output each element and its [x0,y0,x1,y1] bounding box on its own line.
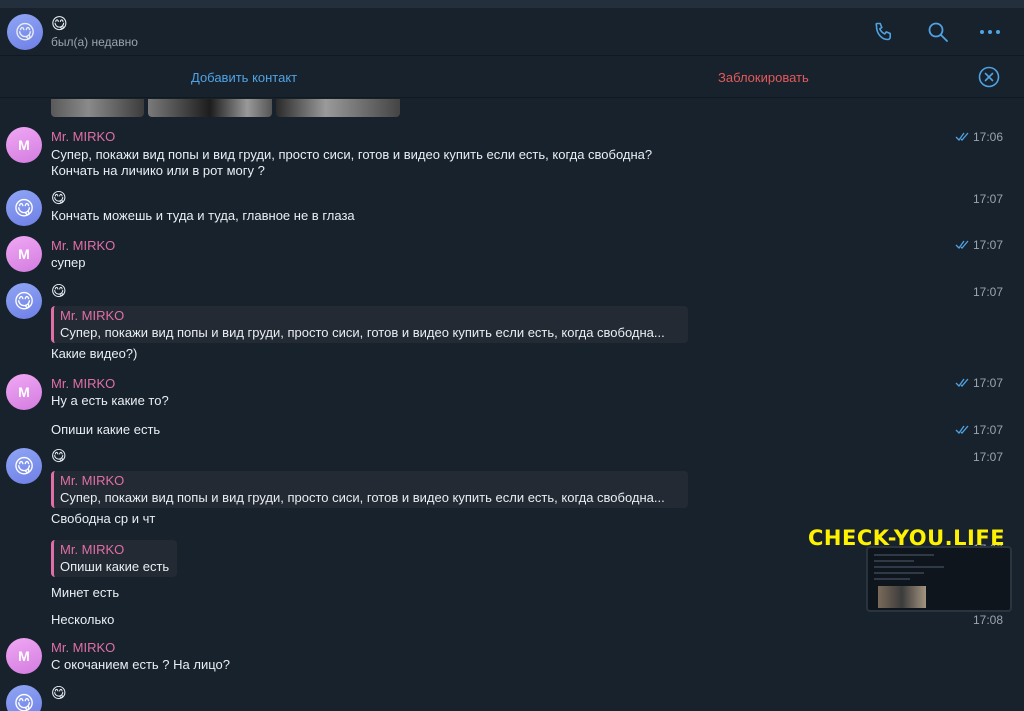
time-label: 17:07 [972,423,1003,437]
sender-name[interactable]: Mr. MIRKO [51,640,115,655]
message-text: Кончать на личико или в рот могу ? [51,163,265,178]
photo-thumbnail[interactable] [148,99,272,117]
avatar[interactable]: 😋 [6,448,42,484]
sender-name[interactable]: 😋 [51,447,67,465]
message-time: 17:08 [973,613,1003,627]
close-icon[interactable] [978,66,1000,88]
time-label: 17:07 [972,192,1003,206]
message-time: 17:07 [973,192,1003,206]
window-top-strip [0,0,1024,8]
message-text: Ну а есть какие то? [51,393,169,408]
quote-text: Супер, покажи вид попы и вид груди, прос… [60,325,665,340]
sender-name[interactable]: Mr. MIRKO [51,376,115,391]
time-label: 17:07 [972,376,1003,390]
photo-album-strip[interactable] [51,99,400,117]
watermark-thumbnail [866,546,1012,612]
quote-text: Опиши какие есть [60,559,170,574]
quote-text: Супер, покажи вид попы и вид груди, прос… [60,490,665,505]
contact-name[interactable]: 😋 [51,14,68,34]
message-text: Свободна ср и чт [51,511,156,526]
message-list[interactable]: M Mr. MIRKO Супер, покажи вид попы и вид… [0,99,1024,711]
reply-quote[interactable]: Mr. MIRKO Супер, покажи вид попы и вид г… [51,306,688,343]
avatar[interactable]: M [6,127,42,163]
message-text: Опиши какие есть [51,422,161,437]
message-text: Минет есть [51,585,120,600]
contact-avatar[interactable]: 😋 [7,14,43,50]
message-text: Несколько [51,612,115,627]
quote-sender: Mr. MIRKO [60,542,125,557]
add-contact-button[interactable]: Добавить контакт [191,70,297,85]
message-time: 17:07 [973,285,1003,299]
phone-icon[interactable] [872,20,896,44]
search-icon[interactable] [926,20,950,44]
time-label: 17:07 [972,285,1003,299]
photo-thumbnail[interactable] [51,99,144,117]
avatar[interactable]: 😋 [6,190,42,226]
message-time: 17:06 [955,130,1003,144]
chat-header: 😋 😋 был(а) недавно [0,8,1024,56]
message-text: С окочанием есть ? На лицо? [51,657,230,672]
message-time: 17:07 [973,450,1003,464]
quote-sender: Mr. MIRKO [60,473,125,488]
time-label: 17:08 [972,613,1003,627]
double-check-icon [955,378,969,388]
contact-status: был(а) недавно [51,35,138,49]
sender-name[interactable]: 😋 [51,282,67,300]
double-check-icon [955,132,969,142]
sender-name[interactable]: Mr. MIRKO [51,238,115,253]
avatar[interactable]: 😋 [6,283,42,319]
more-icon[interactable] [978,20,1002,44]
time-label: 17:07 [972,450,1003,464]
sender-name[interactable]: 😋 [51,189,67,207]
avatar[interactable]: M [6,374,42,410]
message-text: супер [51,255,86,270]
double-check-icon [955,240,969,250]
contact-action-bar: Добавить контакт Заблокировать [0,57,1024,98]
avatar[interactable]: 😋 [6,685,42,711]
message-time: 17:07 [955,238,1003,252]
time-label: 17:07 [972,238,1003,252]
avatar[interactable]: M [6,236,42,272]
block-button[interactable]: Заблокировать [718,70,809,85]
time-label: 17:06 [972,130,1003,144]
avatar[interactable]: M [6,638,42,674]
sender-name[interactable]: Mr. MIRKO [51,129,115,144]
message-time: 17:07 [955,423,1003,437]
quote-sender: Mr. MIRKO [60,308,125,323]
message-time: 17:07 [955,376,1003,390]
message-text: Какие видео?) [51,346,138,361]
photo-thumbnail[interactable] [276,99,400,117]
reply-quote[interactable]: Mr. MIRKO Опиши какие есть [51,540,178,577]
message-text: Кончать можешь и туда и туда, главное не… [51,208,355,223]
sender-name[interactable]: 😋 [51,684,67,702]
reply-quote[interactable]: Mr. MIRKO Супер, покажи вид попы и вид г… [51,471,688,508]
double-check-icon [955,425,969,435]
